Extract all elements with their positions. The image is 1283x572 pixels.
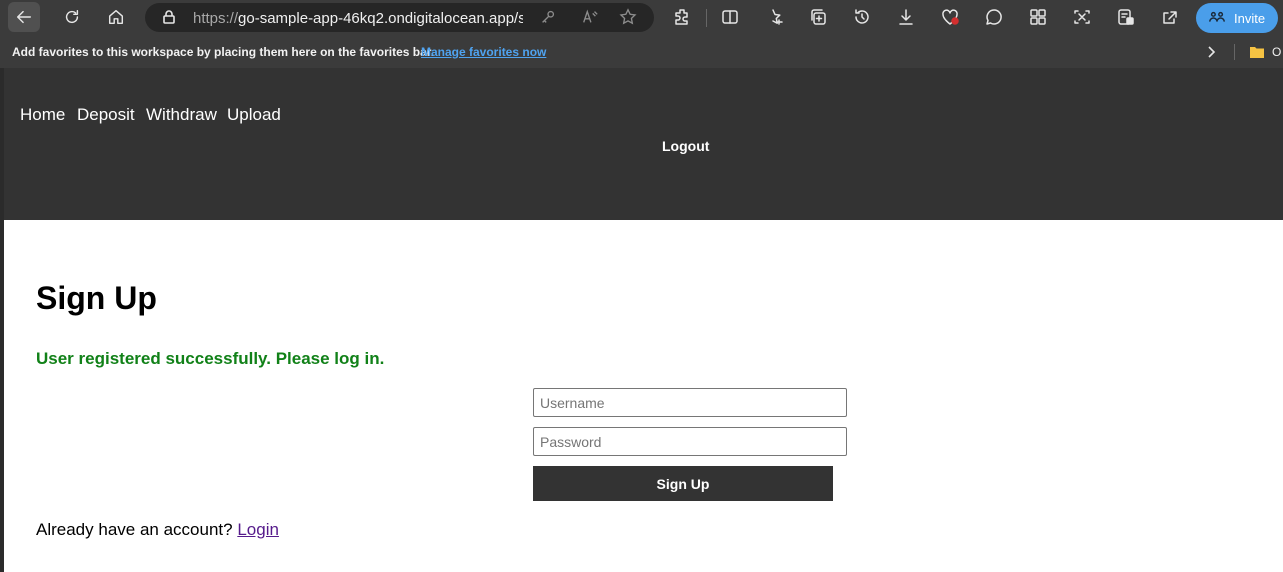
address-bar[interactable]: https://go-sample-app-46kq2.ondigitaloce… (145, 3, 654, 32)
favorites-icon[interactable] (764, 7, 786, 29)
url-text[interactable]: https://go-sample-app-46kq2.ondigitaloce… (193, 10, 523, 27)
home-button[interactable] (100, 2, 132, 32)
screenshot-icon[interactable] (1072, 7, 1094, 29)
download-icon[interactable] (896, 7, 918, 29)
nav-withdraw-link[interactable]: Withdraw (146, 105, 217, 125)
success-message: User registered successfully. Please log… (36, 349, 385, 368)
back-button[interactable] (8, 2, 40, 32)
logout-link[interactable]: Logout (662, 138, 709, 154)
nav-upload-link[interactable]: Upload (227, 105, 281, 125)
refresh-icon (65, 9, 79, 24)
folder-label[interactable]: O (1272, 45, 1281, 59)
url-protocol: https:// (193, 10, 239, 27)
nav-home-link[interactable]: Home (20, 105, 65, 125)
account-prompt-text: Already have an account? (36, 520, 233, 539)
chevron-right-icon[interactable] (1204, 44, 1218, 65)
page-title: Sign Up (36, 280, 157, 316)
favorites-bar: Add favorites to this workspace by placi… (0, 36, 1283, 68)
arrow-left-icon (16, 10, 32, 24)
collections-icon[interactable] (808, 7, 830, 29)
key-icon[interactable] (539, 8, 559, 28)
username-input[interactable] (533, 388, 847, 417)
read-aloud-icon[interactable] (581, 8, 601, 28)
browser-essentials-icon[interactable] (940, 7, 962, 29)
split-screen-icon[interactable] (720, 7, 742, 29)
apps-icon[interactable] (1028, 7, 1050, 29)
favorite-star-icon[interactable] (619, 8, 639, 28)
login-prompt: Already have an account? Login (36, 520, 279, 540)
share-icon[interactable] (1160, 7, 1182, 29)
toolbar-divider (706, 9, 707, 27)
refresh-button[interactable] (56, 2, 88, 32)
chat-icon[interactable] (984, 7, 1006, 29)
sign-up-button[interactable]: Sign Up (533, 466, 833, 501)
login-link[interactable]: Login (237, 520, 279, 539)
favorites-message: Add favorites to this workspace by placi… (12, 45, 435, 59)
browser-toolbar: https://go-sample-app-46kq2.ondigitaloce… (0, 0, 1283, 36)
workspace-icon[interactable] (1116, 7, 1138, 29)
invite-label: Invite (1234, 10, 1266, 26)
password-input[interactable] (533, 427, 847, 456)
url-host: go-sample-app-46kq2.ondigitalocean.app/s… (238, 10, 523, 27)
lock-icon (161, 9, 177, 30)
people-icon (1209, 11, 1225, 22)
app-header: Home Deposit Withdraw Upload Logout (4, 68, 1283, 220)
extensions-icon[interactable] (672, 7, 694, 29)
favorites-divider (1234, 44, 1235, 60)
home-icon (108, 9, 124, 25)
page-content: Sign Up User registered successfully. Pl… (4, 220, 1283, 572)
nav-deposit-link[interactable]: Deposit (77, 105, 135, 125)
invite-button[interactable]: Invite (1196, 3, 1278, 33)
manage-favorites-link[interactable]: Manage favorites now (421, 45, 546, 59)
history-icon[interactable] (852, 7, 874, 29)
folder-icon[interactable] (1249, 45, 1265, 64)
